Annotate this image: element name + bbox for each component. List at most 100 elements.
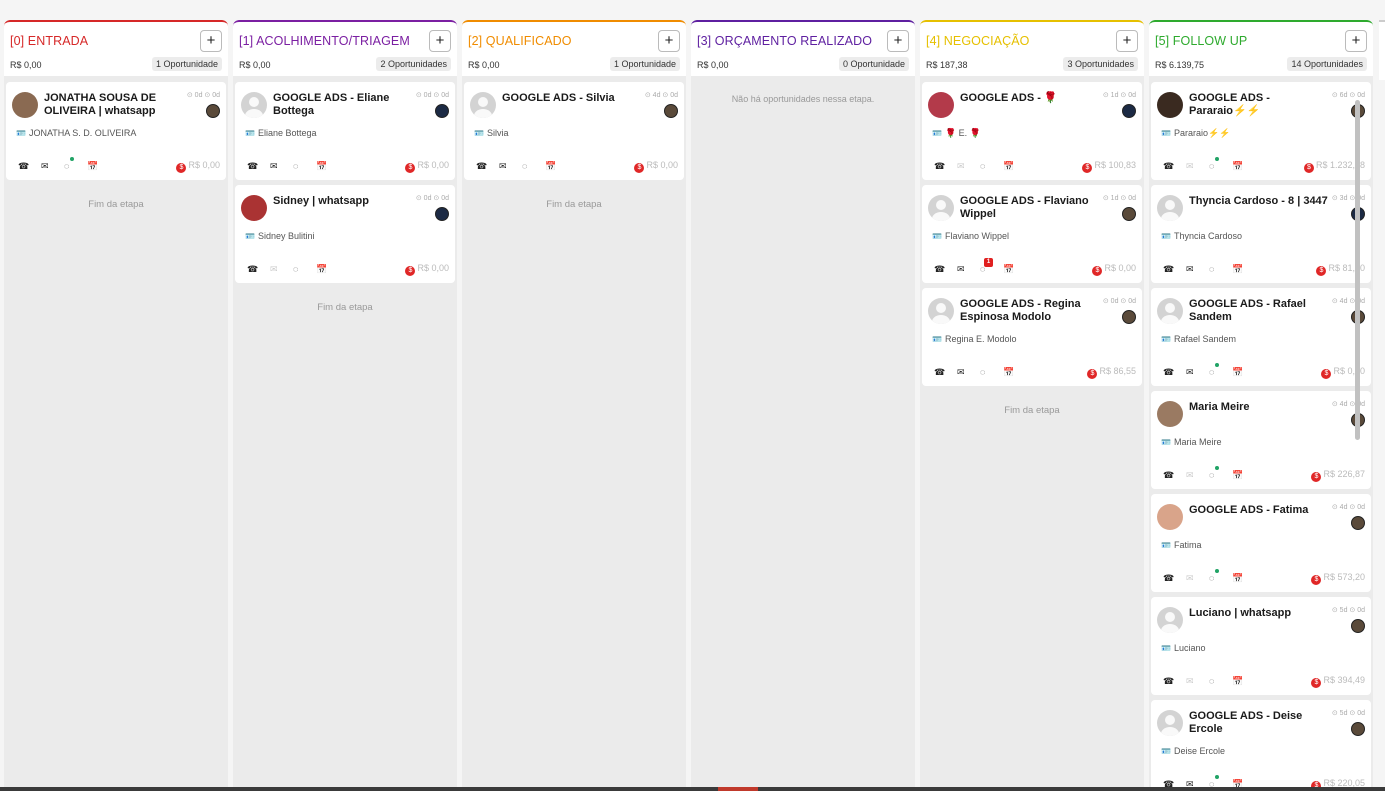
phone-icon[interactable]: ☎ [1163, 676, 1186, 687]
card-actions: ☎ ✉ ◌ 📅 [1163, 466, 1255, 481]
calendar-icon[interactable]: 📅 [1232, 264, 1255, 275]
chat-icon[interactable]: ◌ [1209, 466, 1232, 480]
chat-icon[interactable]: ◌ [293, 161, 316, 171]
chat-icon[interactable]: ◌ [64, 157, 87, 171]
add-opportunity-button[interactable]: + [200, 30, 222, 52]
add-opportunity-button[interactable]: + [1345, 30, 1367, 52]
add-opportunity-button[interactable]: + [887, 30, 909, 52]
card-contact: 🪪 Flaviano Wippel [932, 231, 1009, 241]
calendar-icon[interactable]: 📅 [1232, 367, 1255, 378]
opportunity-card[interactable]: GOOGLE ADS - 🌹 ⊙ 1d ⊙ 0d 🪪 🌹 E. 🌹 ☎ ✉ ◌ 📅 $ R… [922, 82, 1142, 180]
phone-icon[interactable]: ☎ [18, 161, 41, 172]
opportunity-card[interactable]: Sidney | whatsapp ⊙ 0d ⊙ 0d 🪪 Sidney Buli… [235, 185, 455, 283]
phone-icon[interactable]: ☎ [934, 367, 957, 378]
mail-icon[interactable]: ✉ [41, 161, 64, 172]
phone-icon[interactable]: ☎ [1163, 573, 1186, 584]
taskbar-strip [0, 787, 1385, 791]
phone-icon[interactable]: ☎ [1163, 367, 1186, 378]
opportunity-card[interactable]: GOOGLE ADS - Regina Espinosa Modolo ⊙ 0d… [922, 288, 1142, 386]
opportunity-card[interactable]: Thyncia Cardoso - 8 | 3447 ⊙ 3d ⊙ 0d 🪪 Th… [1151, 185, 1371, 283]
card-title: Sidney | whatsapp [273, 195, 369, 207]
phone-icon[interactable]: ☎ [1163, 264, 1186, 275]
chat-icon[interactable]: 1 ◌ [980, 258, 1003, 274]
mail-icon[interactable]: ✉ [957, 264, 980, 275]
opportunity-card[interactable]: GOOGLE ADS - Silvia ⊙ 4d ⊙ 0d 🪪 Silvia ☎ ✉… [464, 82, 684, 180]
opportunity-card[interactable]: Luciano | whatsapp ⊙ 5d ⊙ 0d 🪪 Luciano ☎ ✉… [1151, 597, 1371, 695]
chat-icon[interactable]: ◌ [293, 264, 316, 274]
mail-icon[interactable]: ✉ [1186, 676, 1209, 687]
opportunity-card[interactable]: GOOGLE ADS - Deise Ercole ⊙ 5d ⊙ 0d 🪪 Dei… [1151, 700, 1371, 787]
add-opportunity-button[interactable]: + [658, 30, 680, 52]
calendar-icon[interactable]: 📅 [316, 264, 339, 275]
card-actions: ☎ ✉ ◌ 📅 [1163, 569, 1255, 584]
card-contact: 🪪 🌹 E. 🌹 [932, 128, 981, 139]
mail-icon[interactable]: ✉ [1186, 161, 1209, 172]
calendar-icon[interactable]: 📅 [1232, 779, 1255, 787]
phone-icon[interactable]: ☎ [1163, 470, 1186, 481]
mail-icon[interactable]: ✉ [957, 367, 980, 378]
add-opportunity-button[interactable]: + [429, 30, 451, 52]
calendar-icon[interactable]: 📅 [1232, 573, 1255, 584]
add-opportunity-button[interactable]: + [1116, 30, 1138, 52]
mail-icon[interactable]: ✉ [1186, 264, 1209, 275]
chat-icon[interactable]: ◌ [522, 161, 545, 171]
calendar-icon[interactable]: 📅 [545, 161, 568, 172]
opportunity-card[interactable]: GOOGLE ADS - Flaviano Wippel ⊙ 1d ⊙ 0d 🪪… [922, 185, 1142, 283]
mail-icon[interactable]: ✉ [270, 161, 293, 172]
chat-icon[interactable]: ◌ [1209, 775, 1232, 787]
contact-name: Pararaio⚡⚡ [1173, 128, 1231, 138]
calendar-icon[interactable]: 📅 [316, 161, 339, 172]
chat-icon[interactable]: ◌ [1209, 157, 1232, 171]
calendar-icon[interactable]: 📅 [1232, 676, 1255, 687]
mail-icon[interactable]: ✉ [957, 161, 980, 172]
column-scrollbar[interactable] [1355, 100, 1360, 440]
opportunity-card[interactable]: GOOGLE ADS - Pararaio⚡⚡ ⊙ 6d ⊙ 0d 🪪 Parar… [1151, 82, 1371, 180]
calendar-icon[interactable]: 📅 [1232, 161, 1255, 172]
chat-icon[interactable]: ◌ [980, 367, 1003, 377]
phone-icon[interactable]: ☎ [1163, 779, 1186, 787]
phone-icon[interactable]: ☎ [247, 264, 270, 275]
card-contact: 🪪 Eliane Bottega [245, 128, 317, 138]
card-contact: 🪪 Luciano [1161, 643, 1206, 653]
phone-icon[interactable]: ☎ [476, 161, 499, 172]
column-total: R$ 0,00 [239, 60, 271, 70]
contact-card-icon: 🪪 [1161, 335, 1171, 344]
contact-name: Rafael Sandem [1173, 334, 1237, 344]
column-total: R$ 0,00 [468, 60, 500, 70]
phone-icon[interactable]: ☎ [934, 161, 957, 172]
chat-icon[interactable]: ◌ [1209, 569, 1232, 583]
unread-badge: 1 [984, 258, 993, 267]
card-value: $ R$ 220,05 [1311, 778, 1365, 787]
calendar-icon[interactable]: 📅 [87, 161, 110, 172]
phone-icon[interactable]: ☎ [1163, 161, 1186, 172]
chat-icon[interactable]: ◌ [1209, 676, 1232, 686]
mail-icon[interactable]: ✉ [499, 161, 522, 172]
calendar-icon[interactable]: 📅 [1003, 264, 1026, 275]
calendar-icon[interactable]: 📅 [1232, 470, 1255, 481]
phone-icon[interactable]: ☎ [934, 264, 957, 275]
calendar-icon[interactable]: 📅 [1003, 161, 1026, 172]
calendar-icon[interactable]: 📅 [1003, 367, 1026, 378]
opportunity-card[interactable]: GOOGLE ADS - Eliane Bottega ⊙ 0d ⊙ 0d 🪪 E… [235, 82, 455, 180]
opportunity-card[interactable]: GOOGLE ADS - Rafael Sandem ⊙ 4d ⊙ 0d 🪪 Ra… [1151, 288, 1371, 386]
phone-icon[interactable]: ☎ [247, 161, 270, 172]
opportunity-card[interactable]: Maria Meire ⊙ 4d ⊙ 0d 🪪 Maria Meire ☎ ✉ ◌ 📅 … [1151, 391, 1371, 489]
mail-icon[interactable]: ✉ [1186, 367, 1209, 378]
chat-icon[interactable]: ◌ [980, 161, 1003, 171]
column-title: [1] ACOLHIMENTO/TRIAGEM [239, 34, 410, 48]
mail-icon[interactable]: ✉ [270, 264, 293, 275]
card-value: $ R$ 0,00 [1092, 263, 1136, 276]
chat-icon[interactable]: ◌ [1209, 363, 1232, 377]
mail-icon[interactable]: ✉ [1186, 573, 1209, 584]
chat-icon[interactable]: ◌ [1209, 264, 1232, 274]
card-value: $ R$ 394,49 [1311, 675, 1365, 688]
owner-avatar [435, 104, 449, 118]
avatar [470, 92, 496, 118]
coin-icon: $ [405, 266, 416, 276]
opportunity-card[interactable]: GOOGLE ADS - Fatima ⊙ 4d ⊙ 0d 🪪 Fatima ☎ ✉… [1151, 494, 1371, 592]
card-title: GOOGLE ADS - Flaviano Wippel [960, 195, 1089, 220]
mail-icon[interactable]: ✉ [1186, 470, 1209, 481]
mail-icon[interactable]: ✉ [1186, 779, 1209, 787]
opportunity-card[interactable]: JONATHA SOUSA DE OLIVEIRA | whatsapp ⊙ 0… [6, 82, 226, 180]
column-title: [4] NEGOCIAÇÃO [926, 34, 1030, 48]
